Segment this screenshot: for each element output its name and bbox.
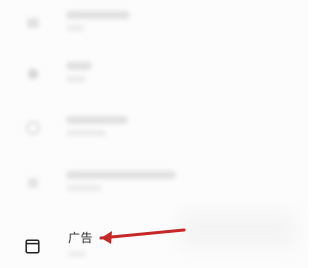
settings-item-blurred-3[interactable] (0, 105, 230, 153)
blurred-settings-icon (25, 175, 41, 191)
blurred-item-subtitle (66, 130, 106, 136)
blurred-settings-icon (25, 120, 41, 136)
blurred-item-title (66, 11, 130, 19)
blurred-item-subtitle (66, 185, 102, 191)
ads-label: 广告 (68, 231, 94, 245)
blurred-settings-icon (25, 66, 41, 82)
blurred-item-title (66, 171, 176, 179)
settings-item-blurred-4[interactable] (0, 160, 230, 208)
window-icon (25, 239, 40, 254)
blurred-item-title (66, 62, 92, 70)
blurred-settings-icon (25, 15, 41, 31)
settings-item-blurred-2[interactable] (0, 51, 230, 99)
blurred-item-subtitle (68, 251, 86, 257)
blurred-item-title (66, 116, 128, 124)
blurred-region (178, 211, 296, 249)
blurred-item-subtitle (66, 76, 86, 82)
blurred-item-subtitle (66, 25, 84, 31)
settings-item-blurred-1[interactable] (0, 0, 230, 48)
settings-screen: 广告 (0, 0, 308, 268)
